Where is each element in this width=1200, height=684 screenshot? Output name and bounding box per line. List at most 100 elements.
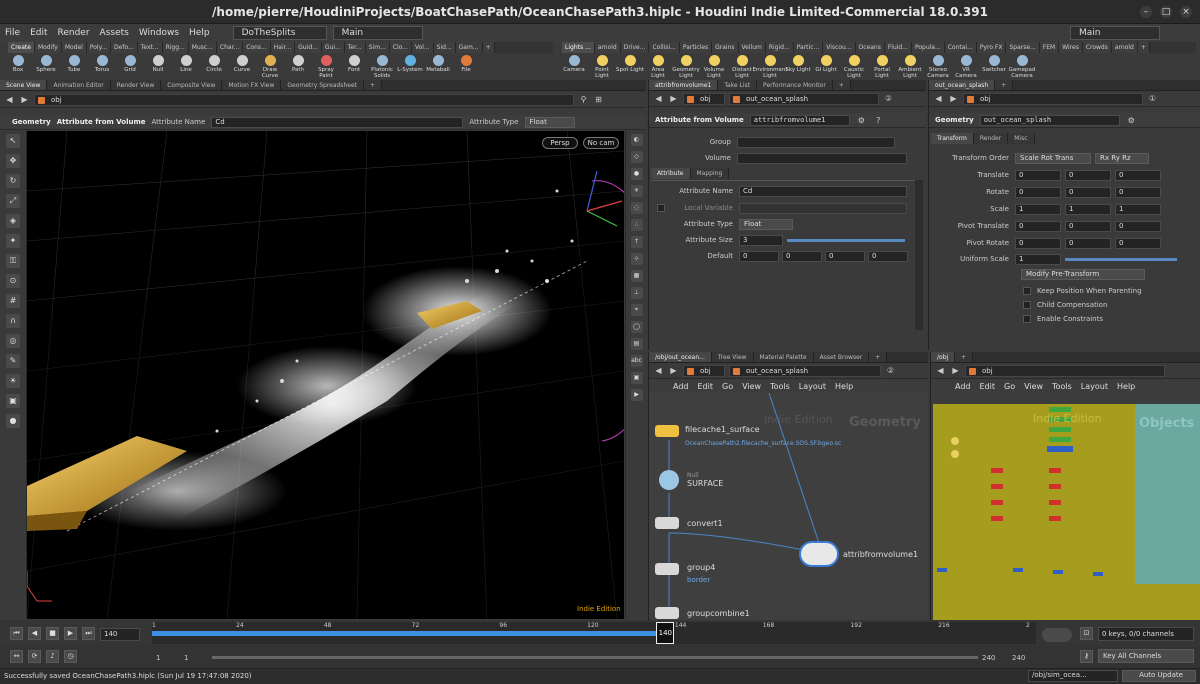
- shelf-tab-wires[interactable]: Wires: [1059, 42, 1083, 53]
- default-input-3[interactable]: 0: [868, 250, 908, 262]
- shelf-tab-rigg[interactable]: Rigg...: [162, 42, 189, 53]
- pivot-rotate-input-0[interactable]: 0: [1015, 237, 1061, 249]
- template-icon[interactable]: ▤: [630, 338, 643, 350]
- range-slider[interactable]: [212, 656, 978, 659]
- translate-input-1[interactable]: 0: [1065, 169, 1111, 181]
- shelf-tab-lights[interactable]: Lights ...: [562, 42, 595, 53]
- hide-icon[interactable]: ◯: [630, 321, 643, 333]
- sphere-icon[interactable]: ●: [6, 414, 20, 428]
- attr-name-input[interactable]: Cd: [211, 116, 464, 128]
- node-name-input[interactable]: attribfromvolume1: [749, 114, 850, 126]
- node-convert1[interactable]: convert1: [655, 517, 723, 529]
- attribute-type-select[interactable]: Float: [739, 218, 793, 230]
- info-icon[interactable]: ②: [885, 365, 896, 376]
- info-icon[interactable]: ①: [1147, 93, 1158, 104]
- default-input-2[interactable]: 0: [825, 250, 865, 262]
- tab-take-list[interactable]: Take List: [718, 80, 758, 90]
- key-icon[interactable]: ⚷: [1080, 650, 1093, 663]
- shelf-tab-cons[interactable]: Cons...: [243, 42, 271, 53]
- pose-icon[interactable]: ✦: [6, 234, 20, 248]
- tool-gi-light[interactable]: GI Light: [812, 53, 840, 79]
- pivot-rotate-input-2[interactable]: 0: [1115, 237, 1161, 249]
- tab-performance-monitor[interactable]: Performance Monitor: [757, 80, 833, 90]
- tool-draw-curve[interactable]: Draw Curve: [256, 53, 284, 79]
- tool-grid[interactable]: Grid: [116, 53, 144, 79]
- shelf-tab-fluid[interactable]: Fluid...: [884, 42, 912, 53]
- menu-edit[interactable]: Edit: [698, 382, 714, 391]
- grid-snap-icon[interactable]: #: [6, 294, 20, 308]
- shelf-tab-gui[interactable]: Gui...: [321, 42, 345, 53]
- points-icon[interactable]: ∴: [630, 219, 643, 231]
- parm-left-path[interactable]: obj: [683, 92, 725, 105]
- menu-help[interactable]: Help: [184, 28, 215, 38]
- tool-camera[interactable]: Camera: [560, 53, 588, 79]
- shelf-tab-particles[interactable]: Particles: [679, 42, 713, 53]
- gear-icon[interactable]: ⚙: [1126, 115, 1137, 126]
- tool-spot-light[interactable]: Spot Light: [616, 53, 644, 79]
- current-frame-input[interactable]: 140: [100, 628, 140, 641]
- shelf-tab-defo[interactable]: Defo...: [111, 42, 138, 53]
- node-attribfromvolume1[interactable]: attribfromvolume1: [799, 541, 918, 567]
- tool-spray-paint[interactable]: Spray Paint: [312, 53, 340, 79]
- attribute-size-input[interactable]: 3: [739, 234, 783, 246]
- tool-metaball[interactable]: Metaball: [424, 53, 452, 79]
- menu-edit[interactable]: Edit: [25, 28, 52, 38]
- net-right-path[interactable]: obj: [965, 364, 1165, 377]
- move-icon[interactable]: ✥: [6, 154, 20, 168]
- persp-menu[interactable]: Persp: [542, 137, 578, 149]
- shelf-tab-guid[interactable]: Guid...: [295, 42, 322, 53]
- menu-render[interactable]: Render: [53, 28, 95, 38]
- menu-add[interactable]: Add: [673, 382, 689, 391]
- rot-order-select[interactable]: Rx Ry Rz: [1095, 152, 1149, 164]
- brush-icon[interactable]: ✎: [6, 354, 20, 368]
- tool-null[interactable]: Null: [144, 53, 172, 79]
- tab-misc[interactable]: Misc: [1008, 133, 1035, 144]
- shelf-tab-viscou[interactable]: Viscou...: [823, 42, 856, 53]
- net-left-path[interactable]: obj: [683, 364, 725, 377]
- transform-order-select[interactable]: Scale Rot Trans: [1015, 152, 1091, 164]
- tab-obj-out-ocean[interactable]: /obj/out_ocean...: [649, 352, 712, 362]
- rotate-icon[interactable]: ↻: [6, 174, 20, 188]
- tab-motion-fx-view[interactable]: Motion FX View: [222, 80, 282, 90]
- shelf-tab-sid[interactable]: Sid...: [433, 42, 456, 53]
- tab-obj[interactable]: /obj: [931, 352, 956, 362]
- shelf-tab-popula[interactable]: Popula...: [911, 42, 945, 53]
- modify-pre-transform-button[interactable]: Modify Pre-Transform: [1021, 268, 1145, 280]
- keyframe-dial-icon[interactable]: [1042, 628, 1072, 642]
- menu-edit[interactable]: Edit: [980, 382, 996, 391]
- shelf-tab-char[interactable]: Char...: [216, 42, 244, 53]
- jump-start-icon[interactable]: ⏮: [10, 627, 23, 640]
- tool-portal-light[interactable]: Portal Light: [868, 53, 896, 79]
- menu-assets[interactable]: Assets: [95, 28, 134, 38]
- pin-icon[interactable]: ⚲: [578, 94, 589, 105]
- tab-attribute[interactable]: Attribute: [651, 168, 691, 179]
- display-options-icon[interactable]: ◐: [630, 134, 643, 146]
- add-tab-icon[interactable]: +: [955, 352, 974, 362]
- camera-icon[interactable]: ▣: [6, 394, 20, 408]
- maximize-icon[interactable]: □: [1160, 6, 1172, 18]
- camera-menu[interactable]: No cam: [583, 137, 619, 149]
- tab-mapping[interactable]: Mapping: [690, 168, 730, 179]
- menu-file[interactable]: File: [0, 28, 25, 38]
- tool-point-light[interactable]: Point Light: [588, 53, 616, 79]
- forward-icon[interactable]: ▶: [950, 365, 961, 376]
- loop-icon[interactable]: ⟳: [28, 650, 41, 663]
- shelf-tab-vellum[interactable]: Vellum: [738, 42, 766, 53]
- tab-transform[interactable]: Transform: [931, 133, 974, 144]
- tool-gamepad-camera[interactable]: Gamepad Camera: [1008, 53, 1036, 79]
- tab-out-ocean-splash[interactable]: out_ocean_splash: [929, 80, 996, 90]
- minimize-icon[interactable]: –: [1140, 6, 1152, 18]
- menu-go[interactable]: Go: [722, 382, 733, 391]
- node-name-input[interactable]: out_ocean_splash: [979, 114, 1120, 126]
- back-icon[interactable]: ◀: [653, 365, 664, 376]
- parm-right-path[interactable]: obj: [963, 92, 1143, 105]
- auto-update-select[interactable]: Auto Update: [1122, 670, 1196, 682]
- settings-icon[interactable]: ◷: [64, 650, 77, 663]
- select-icon[interactable]: ↖: [6, 134, 20, 148]
- menu-view[interactable]: View: [1024, 382, 1043, 391]
- forward-icon[interactable]: ▶: [668, 365, 679, 376]
- tool-vr-camera[interactable]: VR Camera: [952, 53, 980, 79]
- tab-render-view[interactable]: Render View: [110, 80, 162, 90]
- add-tab-icon[interactable]: +: [869, 352, 888, 362]
- rotate-input-0[interactable]: 0: [1015, 186, 1061, 198]
